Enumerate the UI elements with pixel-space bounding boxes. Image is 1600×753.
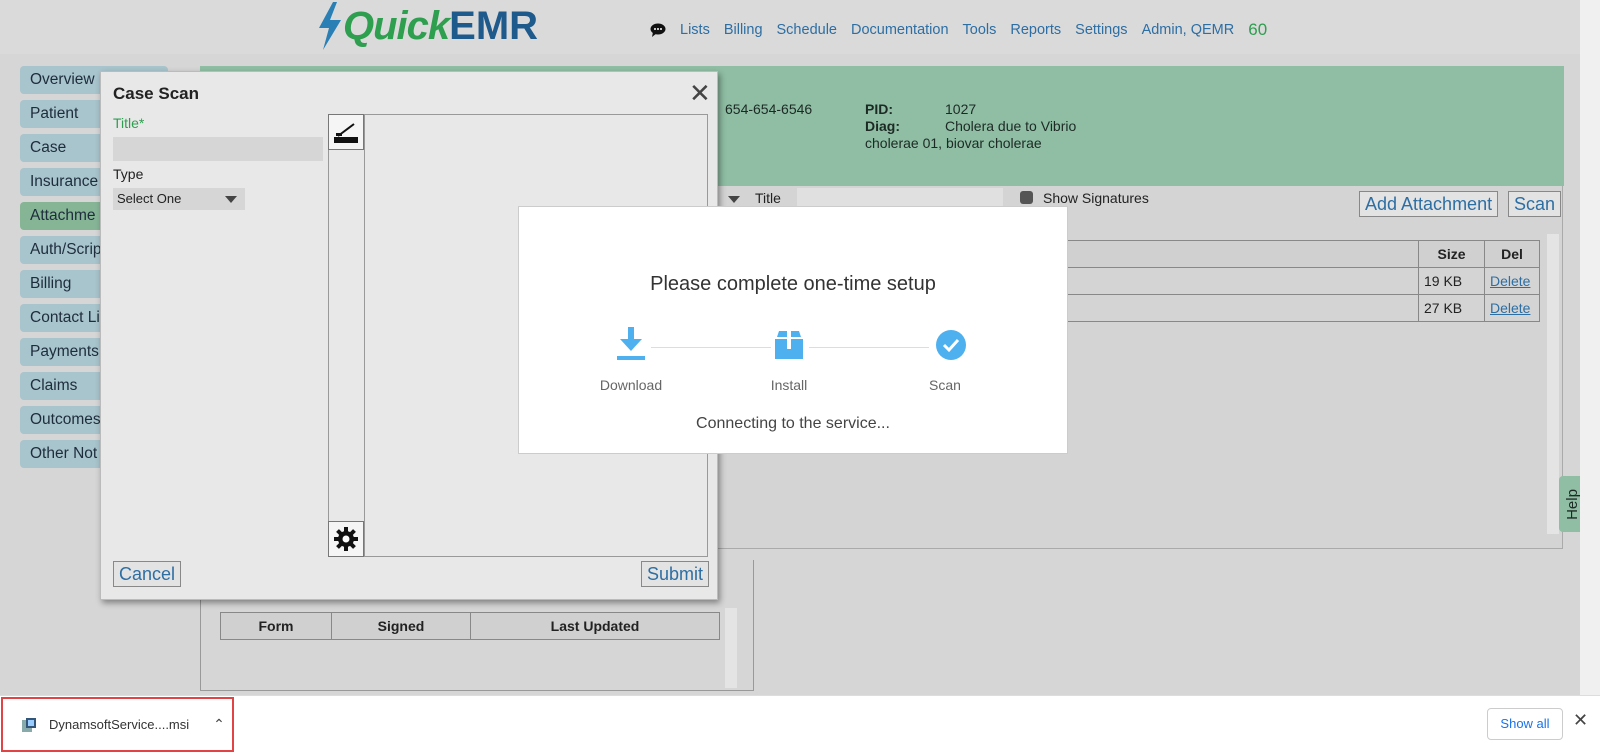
package-icon — [775, 331, 803, 362]
page-scrollbar[interactable] — [1580, 0, 1600, 695]
help-label: Help — [1563, 488, 1581, 520]
add-attachment-button[interactable]: Add Attachment — [1359, 191, 1499, 217]
title-input[interactable] — [113, 137, 323, 161]
delete-link[interactable]: Delete — [1490, 273, 1530, 289]
nav-schedule[interactable]: Schedule — [777, 22, 837, 38]
show-signatures-checkbox[interactable] — [1020, 191, 1033, 204]
title-filter-input[interactable] — [797, 188, 1003, 208]
logo-emr-text: EMR — [449, 3, 539, 48]
diag-value-line2: cholerae 01, biovar cholerae — [865, 135, 1042, 151]
close-icon[interactable]: ✕ — [1573, 710, 1588, 731]
diag-label: Diag: — [865, 118, 900, 134]
step-scan-label: Scan — [929, 377, 961, 393]
scan-button[interactable]: Scan — [1508, 191, 1562, 217]
pid-value: 1027 — [945, 101, 977, 117]
type-select-value: Select One — [117, 191, 182, 206]
main-nav: Lists Billing Schedule Documentation Too… — [650, 20, 1267, 40]
forms-table: Form Signed Last Updated — [220, 612, 720, 640]
msi-file-icon — [21, 717, 37, 733]
nav-user[interactable]: Admin, QEMR — [1142, 22, 1235, 38]
gear-icon[interactable] — [328, 521, 364, 557]
title-filter-label: Title — [755, 190, 781, 206]
patient-phone: 654-654-6546 — [725, 101, 813, 117]
setup-status-text: Connecting to the service... — [696, 415, 890, 432]
cell-size: 27 KB — [1418, 294, 1485, 322]
cell-size: 19 KB — [1418, 267, 1485, 295]
setup-modal: Please complete one-time setup Download … — [518, 206, 1068, 454]
forms-scrollbar[interactable] — [725, 608, 737, 688]
dialog-title: Case Scan — [113, 84, 199, 103]
step-connector — [809, 347, 929, 348]
step-download-label: Download — [599, 377, 663, 393]
quickemr-logo[interactable]: Quick EMR — [315, 0, 538, 52]
setup-heading: Please complete one-time setup — [650, 273, 936, 295]
close-icon[interactable]: ✕ — [689, 80, 711, 106]
type-select[interactable]: Select One — [113, 188, 245, 210]
nav-reports[interactable]: Reports — [1010, 22, 1061, 38]
col-form: Form — [220, 612, 332, 640]
type-field-label: Type — [113, 166, 144, 182]
chevron-down-icon — [225, 196, 237, 203]
download-bar: DynamsoftService....msi ⌃ Show all ✕ — [0, 695, 1600, 753]
submit-button[interactable]: Submit — [641, 561, 710, 587]
diag-value-line1: Cholera due to Vibrio — [945, 118, 1077, 134]
session-count: 60 — [1248, 20, 1268, 39]
scanner-icon[interactable] — [328, 114, 364, 150]
col-size: Size — [1418, 240, 1485, 268]
nav-lists[interactable]: Lists — [680, 22, 710, 38]
check-circle-icon — [935, 329, 967, 364]
forms-header-row: Form Signed Last Updated — [220, 612, 720, 640]
logo-quick-text: Quick — [343, 3, 450, 48]
nav-documentation[interactable]: Documentation — [851, 22, 949, 38]
download-filename: DynamsoftService....msi — [49, 717, 190, 732]
nav-tools[interactable]: Tools — [963, 22, 997, 38]
step-connector — [651, 347, 771, 348]
col-del: Del — [1484, 240, 1540, 268]
delete-link[interactable]: Delete — [1490, 300, 1530, 316]
lightning-icon — [319, 2, 341, 50]
nav-settings[interactable]: Settings — [1075, 22, 1127, 38]
chevron-down-icon[interactable] — [728, 196, 740, 203]
title-field-label: Title* — [113, 115, 145, 131]
download-item[interactable]: DynamsoftService....msi ⌃ — [1, 697, 234, 752]
attachments-scrollbar[interactable] — [1547, 234, 1559, 534]
download-icon — [617, 327, 645, 364]
col-signed: Signed — [331, 612, 471, 640]
step-install-label: Install — [770, 377, 808, 393]
nav-billing[interactable]: Billing — [724, 22, 763, 38]
chat-icon[interactable] — [650, 23, 666, 37]
show-all-button[interactable]: Show all — [1487, 708, 1563, 740]
scan-toolbar — [328, 114, 365, 557]
show-signatures-label: Show Signatures — [1043, 190, 1149, 206]
cancel-button[interactable]: Cancel — [113, 561, 182, 587]
chevron-up-icon[interactable]: ⌃ — [213, 716, 225, 733]
col-last-updated: Last Updated — [470, 612, 720, 640]
pid-label: PID: — [865, 101, 893, 117]
